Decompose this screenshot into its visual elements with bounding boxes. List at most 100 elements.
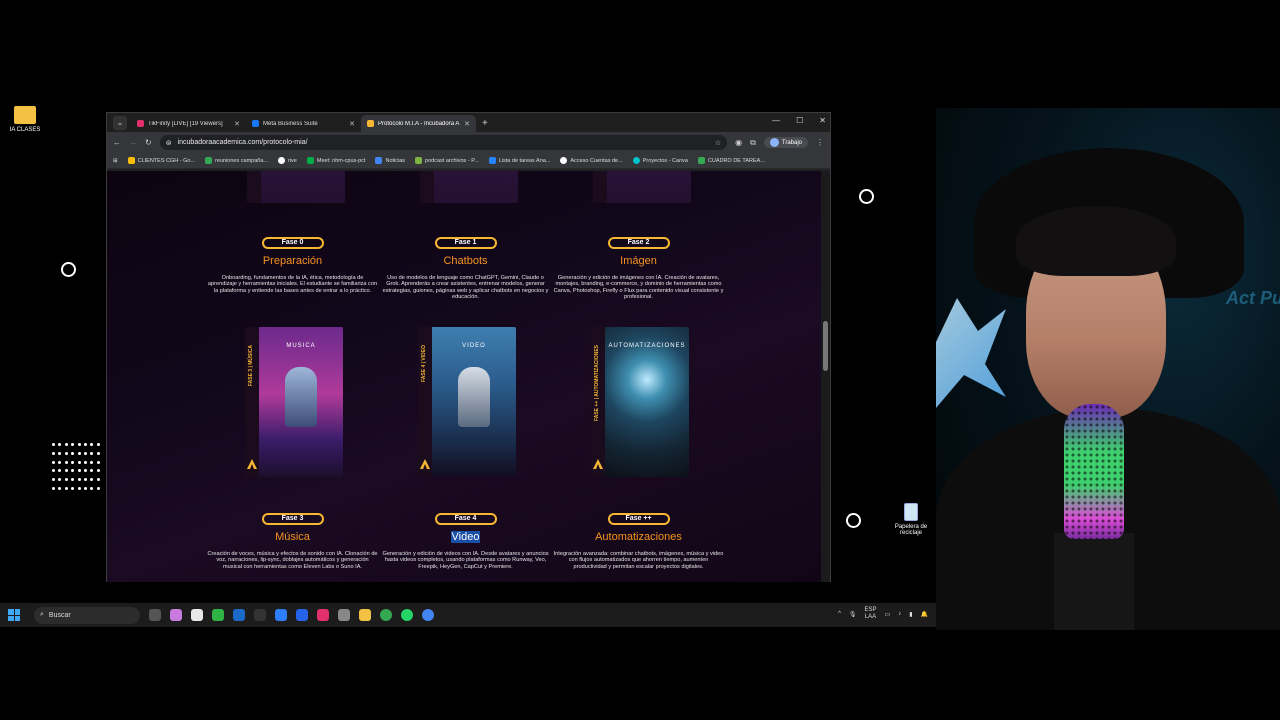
phase-title: Música bbox=[275, 531, 310, 543]
minimize-icon[interactable]: — bbox=[772, 116, 780, 125]
folder-ia-clases[interactable]: IA CLASES bbox=[0, 106, 50, 133]
phase-0-box-image bbox=[247, 171, 345, 203]
close-tab-icon[interactable]: ✕ bbox=[349, 120, 355, 128]
tab-meta-business[interactable]: Meta Business Suite ✕ bbox=[246, 115, 361, 132]
meta-favicon-icon bbox=[252, 120, 259, 127]
volume-icon[interactable]: ♪ bbox=[898, 611, 901, 617]
bookmark-item[interactable]: CLIENTES CGH - Go... bbox=[127, 157, 196, 164]
bookmarks-bar: ⊞ CLIENTES CGH - Go... reuniones campaña… bbox=[107, 153, 830, 169]
windows-start-icon[interactable] bbox=[8, 609, 20, 621]
tab-tikfinity[interactable]: TikFinity [LIVE] [19 Viewers] ✕ bbox=[131, 115, 246, 132]
task-view-icon[interactable] bbox=[149, 609, 161, 621]
tab-title: TikFinity [LIVE] [19 Viewers] bbox=[148, 120, 223, 127]
reload-icon[interactable]: ↻ bbox=[145, 138, 152, 147]
tab-protocolo-mia[interactable]: Protocolo M.I.A - Incubadora A ✕ bbox=[361, 115, 476, 132]
phase-3-box-image: MUSICA FASE 3 | MÚSICA bbox=[245, 327, 343, 477]
photoshop-icon[interactable] bbox=[296, 609, 308, 621]
rgb-microphone bbox=[1064, 404, 1124, 539]
battery-icon[interactable]: ▮ bbox=[909, 611, 912, 618]
selected-text: Video bbox=[450, 531, 481, 543]
extensions-puzzle-icon[interactable]: ⧉ bbox=[750, 138, 756, 148]
incubadora-favicon-icon bbox=[367, 120, 374, 127]
maximize-icon[interactable]: ☐ bbox=[796, 116, 803, 125]
system-tray: ^ 🎙 ESP LAA ▭ ♪ ▮ 🔔 bbox=[838, 607, 928, 621]
site-info-icon[interactable]: ⊜ bbox=[166, 139, 172, 147]
recycle-bin-icon bbox=[904, 503, 918, 521]
recycle-bin[interactable]: Papelera de reciclaje bbox=[886, 503, 936, 536]
language-indicator[interactable]: ESP LAA bbox=[865, 607, 877, 621]
bookmark-star-icon[interactable]: ☆ bbox=[715, 139, 721, 147]
microphone-icon[interactable]: 🎙 bbox=[849, 611, 857, 618]
notification-bell-icon[interactable]: 🔔 bbox=[921, 611, 928, 618]
profile-button[interactable]: Trabajo bbox=[763, 137, 808, 148]
back-icon[interactable]: ← bbox=[113, 138, 121, 147]
decor-dot-grid bbox=[52, 443, 100, 493]
decor-ring bbox=[61, 262, 76, 277]
window-controls: — ☐ ✕ bbox=[772, 116, 826, 125]
close-window-icon[interactable]: ✕ bbox=[819, 116, 826, 125]
epic-games-icon[interactable] bbox=[254, 609, 266, 621]
scrollbar-thumb[interactable] bbox=[823, 321, 828, 371]
bookmark-item[interactable]: rive bbox=[277, 157, 297, 164]
bookmark-item[interactable]: Proyectos - Canva bbox=[632, 157, 688, 164]
phase-card: Fase 0 Preparación Onboarding, fundament… bbox=[205, 231, 380, 294]
box-spine-label: FASE 4 | VIDEO bbox=[421, 345, 427, 382]
windows-taskbar: ⌕ Buscar ^ 🎙 ESP LAA ▭ ♪ ▮ 🔔 bbox=[0, 603, 936, 627]
search-icon: ⌕ bbox=[40, 611, 44, 618]
profile-label: Trabajo bbox=[781, 139, 802, 146]
tab-title: Protocolo M.I.A - Incubadora A bbox=[378, 120, 460, 127]
bookmark-item[interactable]: Lista de tareas Ana... bbox=[488, 157, 550, 164]
forward-icon[interactable]: → bbox=[129, 138, 137, 147]
bookmark-favicon-icon bbox=[697, 157, 705, 164]
menu-kebab-icon[interactable]: ⋮ bbox=[816, 138, 824, 147]
box-spine-label: FASE 3 | MÚSICA bbox=[248, 345, 254, 387]
bookmark-label: podcast archivos - P... bbox=[425, 157, 479, 164]
phase-badge: Fase 2 bbox=[607, 237, 670, 249]
edge-icon[interactable] bbox=[275, 609, 287, 621]
phase-card: Fase 4 Video Generación y edición de vid… bbox=[378, 507, 553, 570]
obs-icon[interactable] bbox=[338, 609, 350, 621]
play-icon[interactable] bbox=[212, 609, 224, 621]
new-tab-icon[interactable]: + bbox=[482, 118, 488, 129]
phase-description: Generación y edición de imágenes con IA.… bbox=[553, 275, 724, 301]
phase-title: Automatizaciones bbox=[595, 531, 682, 543]
phase-badge: Fase 4 bbox=[434, 513, 497, 525]
tiktok-icon[interactable] bbox=[317, 609, 329, 621]
folder-icon bbox=[14, 106, 36, 124]
bookmark-item[interactable]: reuniones campaña... bbox=[205, 157, 268, 164]
decor-ring bbox=[846, 513, 861, 528]
network-icon[interactable]: ▭ bbox=[885, 611, 891, 618]
extension-icon[interactable]: ◉ bbox=[735, 138, 742, 147]
neon-hexagon-lights bbox=[936, 298, 1006, 408]
apps-grid-icon[interactable]: ⊞ bbox=[113, 158, 118, 164]
page-content: Fase 0 Preparación Onboarding, fundament… bbox=[107, 171, 823, 582]
bookmark-item[interactable]: Meet: nhm-cpus-pct bbox=[306, 157, 365, 164]
bookmark-item[interactable]: Acceso Cuentas de... bbox=[560, 157, 623, 164]
bookmark-favicon-icon bbox=[415, 157, 423, 164]
bookmark-label: Acceso Cuentas de... bbox=[570, 157, 623, 164]
box-title: VIDEO bbox=[462, 343, 486, 349]
whatsapp-icon[interactable] bbox=[401, 609, 413, 621]
copilot-icon[interactable] bbox=[170, 609, 182, 621]
phase-4-box-image: VIDEO FASE 4 | VIDEO bbox=[418, 327, 516, 477]
taskbar-search[interactable]: ⌕ Buscar bbox=[34, 606, 140, 624]
tab-search-button[interactable]: ⌄ bbox=[113, 116, 127, 130]
bookmark-item[interactable]: podcast archivos - P... bbox=[415, 157, 479, 164]
bookmark-item[interactable]: CUADRO DE TAREA... bbox=[697, 157, 765, 164]
close-tab-icon[interactable]: ✕ bbox=[464, 120, 470, 128]
bookmark-label: CLIENTES CGH - Go... bbox=[137, 157, 196, 164]
tray-chevron-icon[interactable]: ^ bbox=[838, 611, 841, 617]
chrome-active-icon[interactable] bbox=[422, 609, 434, 621]
bookmark-label: CUADRO DE TAREA... bbox=[707, 157, 765, 164]
webcam-overlay: Act Pu bbox=[936, 108, 1280, 630]
bookmark-item[interactable]: Noticias bbox=[375, 157, 405, 164]
url-text: incubadoraacademica.com/protocolo-mia/ bbox=[177, 139, 308, 146]
store-icon[interactable] bbox=[191, 609, 203, 621]
page-scrollbar[interactable] bbox=[821, 171, 830, 582]
close-tab-icon[interactable]: ✕ bbox=[234, 120, 240, 128]
box-spine-label: FASE ++ | AUTOMATIZACIONES bbox=[594, 345, 600, 422]
steam-icon[interactable] bbox=[233, 609, 245, 621]
chrome-icon[interactable] bbox=[380, 609, 392, 621]
file-explorer-icon[interactable] bbox=[359, 609, 371, 621]
address-bar[interactable]: ⊜ incubadoraacademica.com/protocolo-mia/… bbox=[159, 135, 728, 150]
